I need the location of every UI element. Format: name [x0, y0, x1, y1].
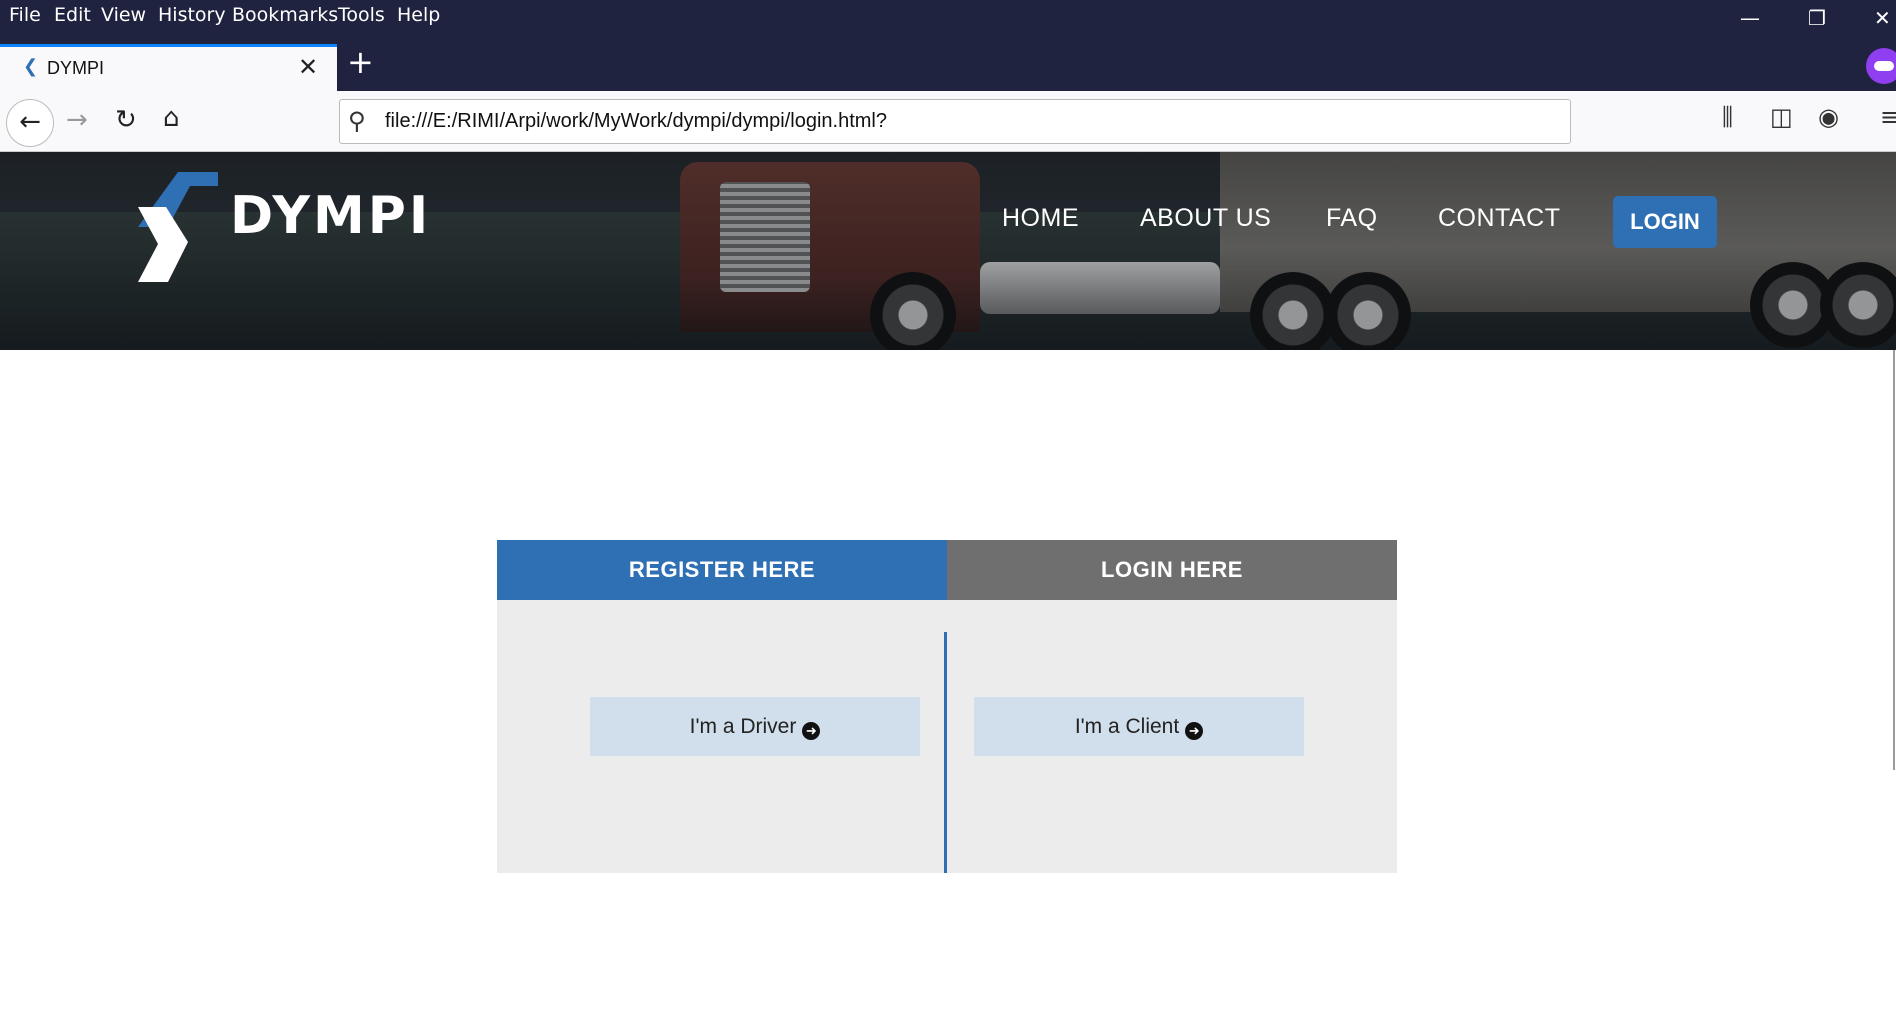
logo-chevron-icon [138, 172, 218, 282]
site-logo[interactable]: DYMPI [138, 172, 478, 282]
driver-button-label: I'm a Driver [689, 715, 797, 738]
tab-login[interactable]: LOGIN HERE [947, 540, 1397, 600]
menu-bar: File Edit View History Bookmarks Tools H… [0, 0, 1896, 36]
private-browsing-icon [1866, 48, 1896, 84]
auth-card: REGISTER HERE LOGIN HERE I'm a Driver ➜ I… [497, 540, 1397, 873]
menu-view[interactable]: View [101, 4, 146, 26]
url-text: file:///E:/RIMI/Arpi/work/MyWork/dympi/d… [385, 110, 887, 132]
restore-icon[interactable]: ❐ [1808, 6, 1826, 30]
menu-file[interactable]: File [9, 4, 41, 26]
nav-home[interactable]: HOME [1002, 204, 1079, 233]
nav-about-us[interactable]: ABOUT US [1140, 204, 1271, 233]
navigation-toolbar: ← → ↻ ⌂ ⚲ file:///E:/RIMI/Arpi/work/MyWo… [0, 91, 1896, 152]
arrow-circle-right-icon: ➜ [802, 722, 821, 740]
tab-title: DYMPI [47, 58, 105, 78]
driver-button[interactable]: I'm a Driver ➜ [590, 697, 920, 756]
nav-faq[interactable]: FAQ [1326, 204, 1378, 233]
reload-icon[interactable]: ↻ [115, 105, 137, 135]
hamburger-menu-icon[interactable]: ≡ [1880, 103, 1896, 131]
logo-text: DYMPI [230, 186, 432, 246]
scrollbar[interactable] [1893, 350, 1895, 770]
tab-register[interactable]: REGISTER HERE [497, 540, 947, 600]
browser-chrome: File Edit View History Bookmarks Tools H… [0, 0, 1896, 152]
back-arrow-icon[interactable]: ← [6, 99, 54, 147]
tab-strip: ❮ DYMPI ✕ + [0, 36, 1896, 91]
address-bar[interactable]: ⚲ file:///E:/RIMI/Arpi/work/MyWork/dympi… [339, 99, 1571, 144]
favicon-icon: ❮ [23, 56, 39, 77]
account-icon[interactable]: ◉ [1818, 103, 1839, 131]
search-icon: ⚲ [348, 107, 366, 135]
client-button[interactable]: I'm a Client ➜ [974, 697, 1304, 756]
browser-tab[interactable]: ❮ DYMPI ✕ [0, 44, 337, 91]
sidebar-icon[interactable]: ◫ [1770, 103, 1793, 131]
client-button-label: I'm a Client [1074, 715, 1180, 738]
close-window-icon[interactable]: ✕ [1874, 6, 1891, 30]
menu-help[interactable]: Help [397, 4, 440, 26]
library-icon[interactable]: ⫼ [1722, 103, 1733, 131]
hero-header: DYMPI HOME ABOUT US FAQ CONTACT LOGIN [0, 152, 1896, 350]
menu-edit[interactable]: Edit [54, 4, 91, 26]
minimize-icon[interactable]: — [1740, 6, 1760, 30]
column-divider [944, 632, 947, 873]
menu-history[interactable]: History [158, 4, 226, 26]
arrow-circle-right-icon: ➜ [1185, 722, 1204, 740]
close-tab-icon[interactable]: ✕ [298, 53, 318, 81]
header-login-button[interactable]: LOGIN [1613, 196, 1717, 248]
forward-arrow-icon[interactable]: → [66, 105, 88, 135]
menu-tools[interactable]: Tools [338, 4, 385, 26]
menu-bookmarks[interactable]: Bookmarks [232, 4, 338, 26]
web-page: DYMPI HOME ABOUT US FAQ CONTACT LOGIN RE… [0, 152, 1896, 1014]
nav-contact[interactable]: CONTACT [1438, 204, 1560, 233]
auth-card-body: I'm a Driver ➜ I'm a Client ➜ [497, 600, 1397, 873]
home-icon[interactable]: ⌂ [163, 103, 180, 133]
new-tab-icon[interactable]: + [347, 46, 374, 78]
